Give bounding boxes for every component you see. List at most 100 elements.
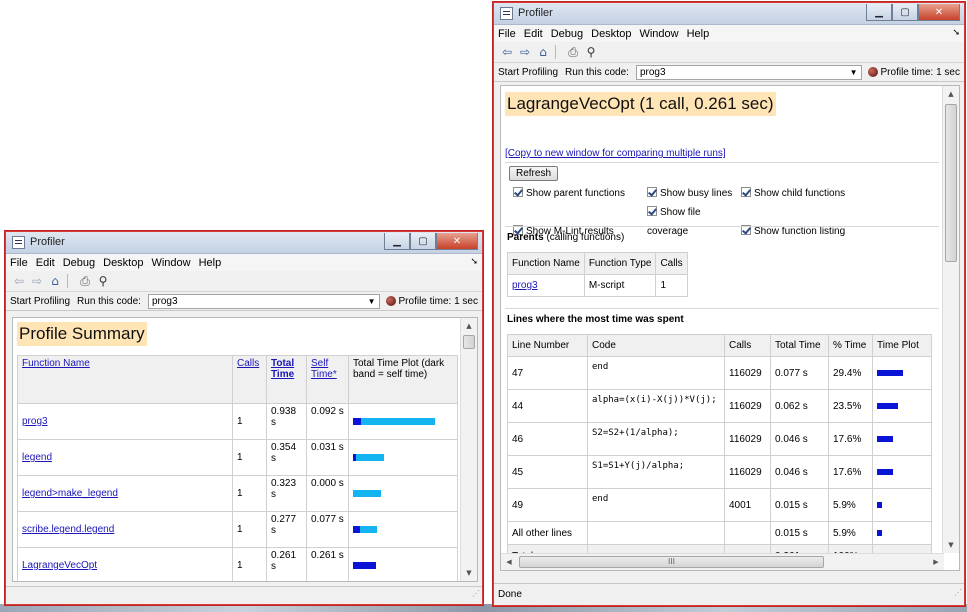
summary-table: Function Name Calls Total Time Self Time…: [17, 355, 458, 581]
checkbox-show-child-functions[interactable]: Show child functions: [741, 187, 845, 199]
function-name-link[interactable]: legend>make_legend: [22, 488, 118, 499]
busy-lines-heading: Lines where the most time was spent: [507, 314, 684, 325]
profiler-window-summary: Profiler ▁ ▢ ✕ File Edit Debug Desktop W…: [5, 231, 483, 605]
scroll-thumb[interactable]: [945, 104, 957, 262]
sort-by-self-time[interactable]: Self Time*: [311, 358, 337, 380]
checkbox-checked-icon[interactable]: [513, 187, 523, 197]
menu-edit[interactable]: Edit: [524, 28, 543, 40]
col-total-time: Total Time: [770, 334, 829, 357]
menu-dock-arrow-icon[interactable]: ➘: [470, 256, 478, 267]
checkbox-label: Show parent functions: [526, 188, 625, 199]
menu-file[interactable]: File: [498, 28, 516, 40]
pct-time-cell: 5.9%: [828, 521, 873, 545]
menu-desktop[interactable]: Desktop: [103, 257, 143, 269]
resize-grip-icon[interactable]: ⋰: [954, 582, 962, 603]
scroll-thumb[interactable]: III: [519, 556, 824, 568]
function-name-link[interactable]: scribe.legend.legend: [22, 524, 114, 535]
chevron-down-icon[interactable]: ▼: [368, 295, 376, 308]
title-bar[interactable]: Profiler ▁ ▢ ✕: [6, 232, 482, 254]
calls-cell: 4001: [724, 488, 771, 522]
scroll-right-icon[interactable]: ▶: [928, 554, 944, 570]
app-window-icon: [12, 236, 25, 249]
sort-by-calls[interactable]: Calls: [237, 358, 259, 369]
table-row: prog3 M-script 1: [507, 274, 688, 297]
checkbox-show-function-listing[interactable]: Show function listing: [741, 225, 845, 237]
toolbar-separator: [67, 274, 73, 288]
scroll-up-icon[interactable]: ▲: [943, 86, 959, 102]
start-profiling-button[interactable]: Start Profiling: [10, 296, 70, 307]
parent-function-link[interactable]: prog3: [512, 280, 538, 291]
divider: [505, 308, 939, 309]
table-row: 49 end 4001 0.015 s 5.9%: [507, 488, 932, 522]
checkbox-checked-icon[interactable]: [647, 206, 657, 216]
checkbox-show-parent-functions[interactable]: Show parent functions: [513, 184, 647, 203]
scroll-thumb[interactable]: [463, 335, 475, 349]
checkbox-label: Show busy lines: [660, 188, 733, 199]
parents-heading-bold: Parents: [507, 232, 544, 243]
print-icon[interactable]: ⎙: [564, 44, 582, 60]
print-icon[interactable]: ⎙: [76, 273, 94, 289]
title-bar[interactable]: Profiler ▁ ▢ ✕: [494, 3, 964, 25]
menu-dock-arrow-icon[interactable]: ➘: [952, 27, 960, 38]
resize-grip-icon[interactable]: ⋰: [472, 585, 480, 602]
menu-desktop[interactable]: Desktop: [591, 28, 631, 40]
menu-file[interactable]: File: [10, 257, 28, 269]
menu-window[interactable]: Window: [151, 257, 190, 269]
sort-by-total-time[interactable]: Total Time: [271, 358, 294, 380]
menu-debug[interactable]: Debug: [63, 257, 95, 269]
find-icon[interactable]: ⚲: [94, 273, 112, 289]
minimize-button[interactable]: ▁: [866, 4, 892, 21]
function-name-link[interactable]: prog3: [22, 416, 48, 427]
detail-vertical-scrollbar[interactable]: ▲ ▼: [942, 86, 959, 553]
summary-vertical-scrollbar[interactable]: ▲ ▼: [460, 318, 477, 581]
close-button[interactable]: ✕: [436, 233, 478, 250]
table-row: LagrangeVecOpt 1 0.261 s 0.261 s: [17, 547, 458, 581]
menu-help[interactable]: Help: [687, 28, 710, 40]
checkbox-show-file-coverage[interactable]: Show file coverage: [647, 203, 741, 241]
detail-horizontal-scrollbar[interactable]: ◀ III ▶: [501, 553, 944, 570]
menu-edit[interactable]: Edit: [36, 257, 55, 269]
function-name-link[interactable]: legend: [22, 452, 52, 463]
scroll-left-icon[interactable]: ◀: [501, 554, 517, 570]
close-button[interactable]: ✕: [918, 4, 960, 21]
scroll-up-icon[interactable]: ▲: [461, 318, 477, 334]
find-icon[interactable]: ⚲: [582, 44, 600, 60]
checkbox-checked-icon[interactable]: [647, 187, 657, 197]
scroll-down-icon[interactable]: ▼: [943, 537, 959, 553]
divider: [505, 226, 939, 227]
home-icon[interactable]: ⌂: [46, 273, 64, 289]
parent-calls: 1: [655, 274, 688, 297]
copy-to-new-window-link[interactable]: [Copy to new window for comparing multip…: [505, 148, 726, 159]
start-profiling-button[interactable]: Start Profiling: [498, 67, 558, 78]
function-name-link[interactable]: LagrangeVecOpt: [22, 560, 97, 571]
table-row: legend>make_legend 1 0.323 s 0.000 s: [17, 475, 458, 512]
time-plot-bar: [877, 369, 903, 376]
back-arrow-icon[interactable]: ⇦: [498, 44, 516, 60]
run-code-input[interactable]: prog3 ▼: [147, 293, 380, 309]
maximize-button[interactable]: ▢: [892, 4, 918, 21]
sort-by-function-name[interactable]: Function Name: [22, 358, 90, 369]
refresh-button[interactable]: Refresh: [509, 166, 559, 181]
summary-content: Profile Summary Function Name Calls Tota…: [12, 317, 478, 582]
time-plot-bar: [877, 529, 882, 536]
back-arrow-icon[interactable]: ⇦: [10, 273, 28, 289]
code-cell: S1=S1+Y(j)/alpha;: [587, 455, 725, 489]
checkbox-checked-icon[interactable]: [741, 187, 751, 197]
run-code-input[interactable]: prog3 ▼: [635, 64, 862, 80]
time-plot-cell: [872, 455, 932, 489]
chevron-down-icon[interactable]: ▼: [850, 66, 858, 79]
menu-help[interactable]: Help: [199, 257, 222, 269]
checkbox-show-busy-lines[interactable]: Show busy lines: [647, 184, 741, 203]
menu-debug[interactable]: Debug: [551, 28, 583, 40]
parents-table: Function Name Function Type Calls prog3 …: [507, 252, 688, 297]
home-icon[interactable]: ⌂: [534, 44, 552, 60]
total-time-cell: 0.015 s: [770, 488, 829, 522]
scroll-down-icon[interactable]: ▼: [461, 565, 477, 581]
forward-arrow-icon[interactable]: ⇨: [516, 44, 534, 60]
menu-window[interactable]: Window: [639, 28, 678, 40]
minimize-button[interactable]: ▁: [384, 233, 410, 250]
forward-arrow-icon[interactable]: ⇨: [28, 273, 46, 289]
maximize-button[interactable]: ▢: [410, 233, 436, 250]
menu-bar: File Edit Debug Desktop Window Help ➘: [494, 25, 964, 42]
time-plot-cell: [348, 403, 458, 440]
